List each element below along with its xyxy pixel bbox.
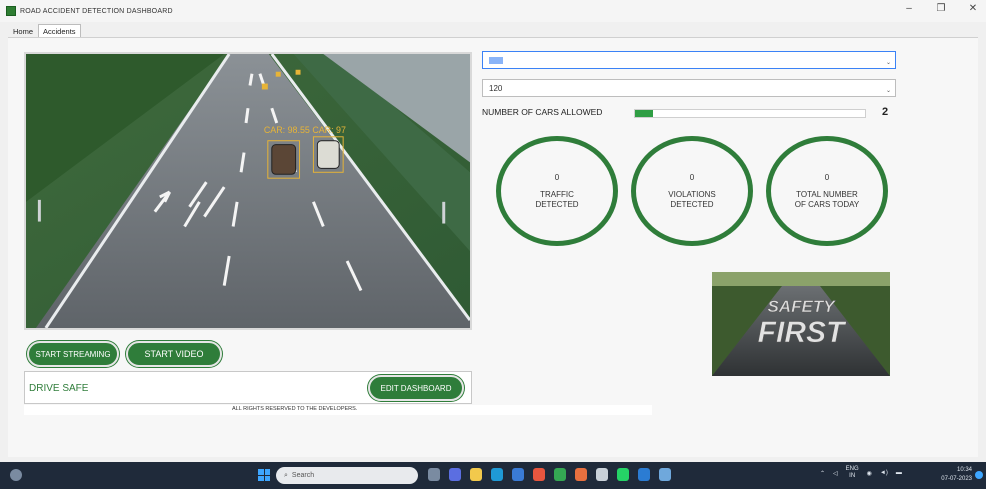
battery-icon[interactable]: ▬ [896, 470, 902, 476]
stat-value: 0 [824, 172, 830, 182]
car-detected [316, 140, 340, 169]
speed-dropdown[interactable]: 120 ⌄ [482, 79, 896, 97]
app-icon [6, 6, 16, 16]
dropdown-value: 120 [489, 83, 503, 93]
search-icon: ⌕ [284, 471, 288, 479]
location-icon[interactable]: ◁ [833, 470, 838, 477]
search-placeholder: Search [291, 472, 315, 479]
dropdown-selected-value: 000 [489, 56, 503, 64]
chevron-up-icon[interactable]: ⌃ [820, 470, 825, 477]
stat-label: TRAFFIC DETECTED [535, 189, 579, 209]
minimize-button[interactable]: – [902, 3, 916, 14]
footer-text: ALL RIGHTS RESERVED TO THE DEVELOPERS. [232, 406, 358, 412]
drive-safe-text: DRIVE SAFE [29, 383, 89, 394]
app-window: ROAD ACCIDENT DETECTION DASHBOARD – ❐ ✕ … [0, 0, 986, 462]
language-indicator[interactable]: ENG IN [846, 466, 859, 480]
total-cars-stat: 0 TOTAL NUMBER OF CARS TODAY [766, 136, 888, 246]
task-view-icon[interactable] [428, 468, 440, 481]
taskbar: ⌕ Search ⌃ ◁ ENG IN ◉ ◄) ▬ 10:34 07-07-2… [0, 462, 986, 489]
tab-bar: Home Accidents [8, 24, 81, 38]
chrome-icon[interactable] [554, 468, 566, 481]
safety-text-line1: SAFETY [767, 297, 836, 316]
car-detected [271, 144, 297, 175]
store-icon[interactable] [512, 468, 524, 481]
tab-home[interactable]: Home [8, 24, 38, 38]
windows-start-icon[interactable] [258, 469, 270, 481]
weather-icon[interactable] [10, 469, 22, 481]
window-title: ROAD ACCIDENT DETECTION DASHBOARD [20, 7, 173, 15]
highway-scene: CAR: 98.55 CAR: 97 [26, 54, 470, 328]
edge-icon[interactable] [491, 468, 503, 481]
edit-dashboard-button[interactable]: EDIT DASHBOARD [368, 375, 464, 401]
clock-time: 10:34 [956, 467, 972, 473]
wifi-icon[interactable]: ◉ [867, 470, 872, 477]
clock[interactable]: 10:34 07-07-2023 [941, 466, 972, 484]
system-tray: ⌃ ◁ ENG IN ◉ ◄) ▬ [820, 466, 902, 480]
title-bar: ROAD ACCIDENT DETECTION DASHBOARD – ❐ ✕ [0, 0, 986, 22]
file-explorer-icon[interactable] [470, 468, 482, 481]
word-icon[interactable] [638, 468, 650, 481]
whatsapp-icon[interactable] [617, 468, 629, 481]
app-icon-red[interactable] [533, 468, 545, 481]
volume-icon[interactable]: ◄) [880, 470, 888, 476]
start-video-button[interactable]: START VIDEO [126, 341, 222, 367]
taskbar-apps [428, 468, 671, 481]
chevron-down-icon: ⌄ [885, 60, 891, 66]
taskbar-search[interactable]: ⌕ Search [276, 467, 418, 484]
window-controls: – ❐ ✕ [902, 3, 980, 14]
violations-detected-stat: 0 VIOLATIONS DETECTED [631, 136, 753, 246]
stat-value: 0 [554, 172, 560, 182]
clock-date: 07-07-2023 [941, 476, 972, 482]
detection-label: CAR: 98.55 CAR: 97 [264, 125, 346, 135]
app-icon-orange[interactable] [575, 468, 587, 481]
cars-allowed-count: 2 [882, 106, 889, 118]
app-icon-gray[interactable] [596, 468, 608, 481]
notification-icon[interactable] [975, 471, 983, 479]
cars-allowed-progress [634, 109, 866, 118]
tab-accidents[interactable]: Accidents [38, 24, 81, 38]
video-feed: CAR: 98.55 CAR: 97 [24, 52, 472, 330]
maximize-button[interactable]: ❐ [934, 3, 948, 14]
threshold-dropdown[interactable]: 000 ⌄ [482, 51, 896, 69]
photos-icon[interactable] [659, 468, 671, 481]
chevron-down-icon: ⌄ [885, 88, 891, 94]
stat-value: 0 [689, 172, 695, 182]
safety-text-line2: FIRST [758, 316, 847, 349]
chat-icon[interactable] [449, 468, 461, 481]
cars-allowed-label: NUMBER OF CARS ALLOWED [482, 107, 603, 117]
stat-label: VIOLATIONS DETECTED [668, 189, 716, 209]
stat-label: TOTAL NUMBER OF CARS TODAY [794, 189, 860, 209]
progress-fill [635, 110, 654, 117]
close-button[interactable]: ✕ [966, 3, 980, 14]
traffic-detected-stat: 0 TRAFFIC DETECTED [496, 136, 618, 246]
message-panel: DRIVE SAFE EDIT DASHBOARD [24, 371, 472, 404]
safety-first-image: SAFETY FIRST [712, 272, 890, 376]
start-streaming-button[interactable]: START STREAMING [27, 341, 119, 367]
